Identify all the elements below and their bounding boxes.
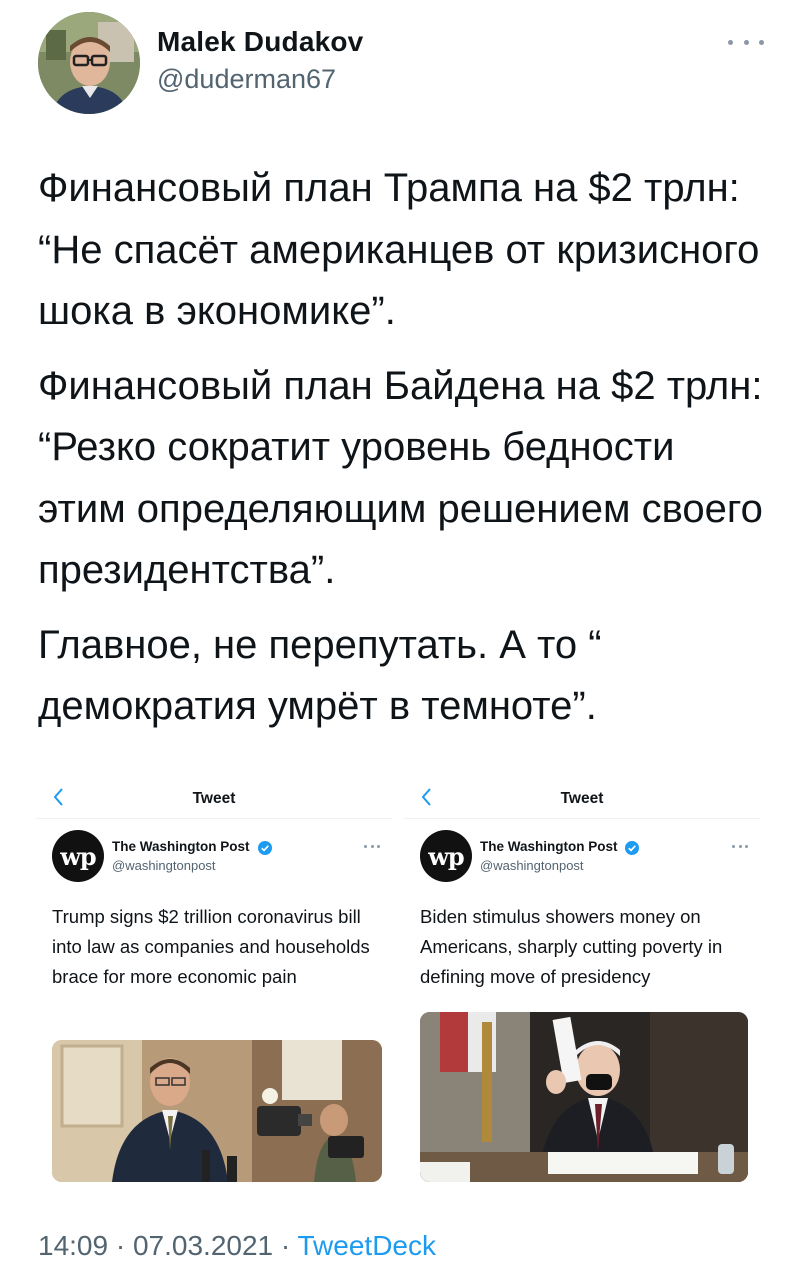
more-options-icon[interactable] — [732, 843, 748, 849]
avatar-photo — [38, 12, 140, 114]
embed-account-handle[interactable]: @washingtonpost — [112, 858, 216, 873]
tweet-time[interactable]: 14:09 — [38, 1230, 108, 1261]
embedded-tweet-screenshot-biden[interactable]: Tweet wp The Washington Post @washington… — [404, 770, 760, 1190]
author-handle[interactable]: @duderman67 — [157, 64, 336, 95]
embed-account-name[interactable]: The Washington Post — [480, 839, 618, 854]
verified-badge-icon — [258, 841, 272, 855]
tweet-paragraph: Финансовый план Байдена на $2 трлн: “Рез… — [38, 363, 763, 593]
tweet-date[interactable]: 07.03.2021 — [133, 1230, 273, 1261]
embed-photo-signing[interactable] — [420, 1012, 748, 1182]
embed-header-title: Tweet — [192, 790, 236, 807]
author-name[interactable]: Malek Dudakov — [157, 26, 363, 58]
more-options-icon[interactable] — [728, 32, 764, 52]
embed-tweet-text: Biden stimulus showers money on American… — [420, 906, 723, 987]
washington-post-logo[interactable]: wp — [420, 830, 472, 882]
signing-photo — [420, 1012, 748, 1182]
author-avatar[interactable] — [38, 12, 140, 114]
embedded-tweet-screenshot-trump[interactable]: Tweet wp The Washington Post @washington… — [36, 770, 392, 1190]
separator: · — [108, 1230, 133, 1261]
embed-header-title: Tweet — [560, 790, 604, 807]
tweet-paragraph: Главное, не перепутать. А то “ демократи… — [38, 622, 602, 729]
tweet-paragraph: Финансовый план Трампа на $2 трлн: “Не с… — [38, 166, 760, 333]
press-conference-photo — [52, 1040, 382, 1182]
tweet-timestamp-line: 14:09 · 07.03.2021 · TweetDeck — [38, 1230, 436, 1262]
tweet-text: Финансовый план Трампа на $2 трлн: “Не с… — [38, 158, 768, 738]
embed-account-handle[interactable]: @washingtonpost — [480, 858, 584, 873]
separator: · — [273, 1230, 298, 1261]
embed-header: Tweet — [404, 770, 760, 819]
more-options-icon[interactable] — [364, 843, 380, 849]
embed-photo-press-conference[interactable] — [52, 1040, 382, 1182]
embed-tweet-text: Trump signs $2 trillion coronavirus bill… — [52, 906, 370, 987]
verified-badge-icon — [625, 841, 639, 855]
washington-post-logo[interactable]: wp — [52, 830, 104, 882]
source-client-link[interactable]: TweetDeck — [298, 1230, 437, 1261]
embed-account-name[interactable]: The Washington Post — [112, 839, 250, 854]
embed-header: Tweet — [36, 770, 392, 819]
